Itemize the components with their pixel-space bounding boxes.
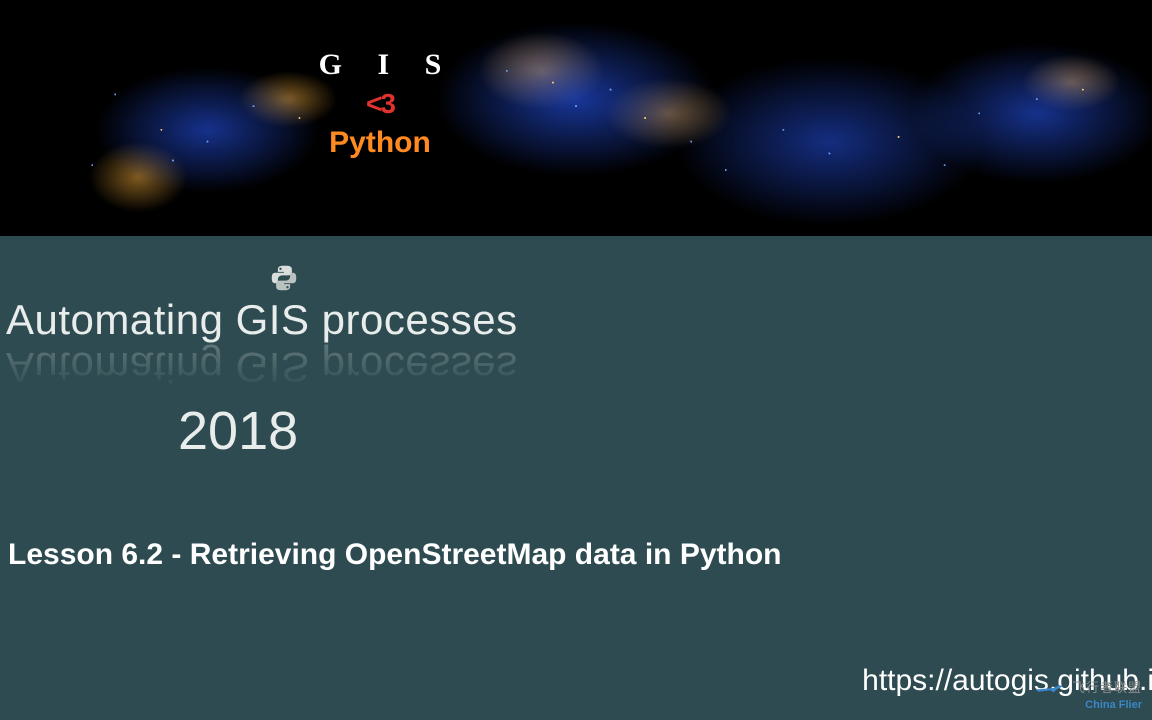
python-icon xyxy=(270,264,298,292)
course-title: Automating GIS processes xyxy=(6,296,518,344)
gis-python-logo: G I S <3 Python xyxy=(300,48,460,160)
logo-text-gis: G I S xyxy=(300,48,460,82)
watermark-en: China Flier xyxy=(1085,699,1142,711)
course-title-reflection: Automating GIS processes xyxy=(6,343,518,391)
logo-text-python: Python xyxy=(300,126,460,160)
course-year: 2018 xyxy=(178,400,298,462)
slide: G I S <3 Python Automating GIS processes… xyxy=(0,0,1152,720)
plane-icon xyxy=(1034,682,1064,694)
lesson-title: Lesson 6.2 - Retrieving OpenStreetMap da… xyxy=(8,538,781,572)
world-night-lights-banner: G I S <3 Python xyxy=(0,0,1152,236)
heart-icon: <3 xyxy=(300,88,460,120)
watermark: 飞行者联盟 China Flier xyxy=(1034,680,1142,712)
watermark-cn: 飞行者联盟 xyxy=(1072,680,1142,695)
